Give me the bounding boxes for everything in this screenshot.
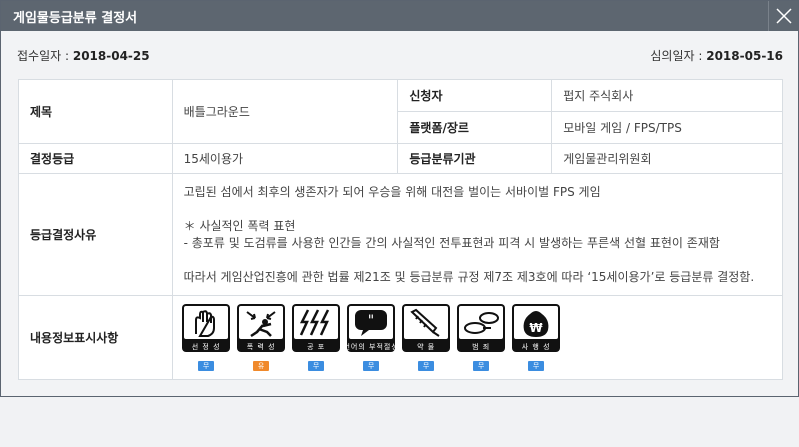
reason-label: 등급결정사유 <box>18 173 173 296</box>
descriptor-item: " 언어의 부적절성무 <box>343 304 399 371</box>
rating-decision-dialog: 게임물등급분류 결정서 접수일자 : 2018-04-25 심의일자 : 201… <box>0 0 799 397</box>
descriptor-item: 범 죄무 <box>454 304 509 371</box>
descriptor-item: ₩ 사 행 성무 <box>509 304 564 371</box>
sexuality-icon: 선 정 성 <box>182 304 231 352</box>
content-descriptor-label: 내용정보표시사항 <box>18 295 173 380</box>
close-icon <box>775 8 792 24</box>
descriptor-label: 사 행 성 <box>521 343 551 351</box>
language-icon: " 언어의 부적절성 <box>343 304 398 352</box>
descriptor-badge: 무 <box>528 361 545 371</box>
page-background <box>0 397 799 447</box>
descriptor-badge: 무 <box>198 361 215 371</box>
title-value: 배틀그라운드 <box>171 79 399 144</box>
gambling-icon: ₩ 사 행 성 <box>512 304 561 352</box>
descriptor-label: 약 물 <box>417 343 436 351</box>
dialog-titlebar: 게임물등급분류 결정서 <box>1 1 798 31</box>
reason-text: 고립된 섬에서 최후의 생존자가 되어 우승을 위해 대전을 벌이는 서바이벌 … <box>171 173 784 296</box>
received-date: 접수일자 : 2018-04-25 <box>17 49 150 63</box>
descriptor-badge: 무 <box>363 361 380 371</box>
grade-label: 결정등급 <box>18 143 173 174</box>
review-date: 심의일자 : 2018-05-16 <box>650 49 783 63</box>
descriptor-item: 약 물무 <box>399 304 454 371</box>
platform-label: 플랫폼/장르 <box>397 111 553 144</box>
descriptor-label: 폭 력 성 <box>246 343 276 351</box>
descriptor-item: 선 정 성무 <box>179 304 234 371</box>
date-row: 접수일자 : 2018-04-25 심의일자 : 2018-05-16 <box>1 31 798 71</box>
platform-value: 모바일 게임 / FPS/TPS <box>551 111 783 144</box>
svg-text:₩: ₩ <box>530 321 544 335</box>
descriptor-badge: 무 <box>308 361 325 371</box>
descriptor-label: 범 죄 <box>472 343 491 351</box>
fear-icon: 공 포 <box>292 304 341 352</box>
applicant-value: 펍지 주식회사 <box>551 79 783 112</box>
applicant-label: 신청자 <box>397 79 553 112</box>
descriptor-label: 공 포 <box>307 343 326 351</box>
descriptor-item: 폭 력 성유 <box>234 304 289 371</box>
agency-label: 등급분류기관 <box>397 143 553 174</box>
dialog-title: 게임물등급분류 결정서 <box>13 10 138 26</box>
descriptor-label: 언어의 부적절성 <box>343 343 399 351</box>
descriptor-label: 선 정 성 <box>191 343 221 351</box>
content-descriptors: 선 정 성무폭 력 성유공 포 무 " 언어의 부적절성 무 약 물무범 죄 무 ₩ 사 행 성… <box>171 295 784 380</box>
descriptor-badge: 무 <box>473 361 490 371</box>
grade-value: 15세이용가 <box>171 143 399 174</box>
descriptor-badge: 유 <box>253 361 270 371</box>
violence-icon: 폭 력 성 <box>237 304 286 352</box>
agency-value: 게임물관리위원회 <box>551 143 783 174</box>
rating-table: 제목 배틀그라운드 신청자 펍지 주식회사 플랫폼/장르 모바일 게임 / FP… <box>18 79 784 380</box>
close-button[interactable] <box>768 1 798 31</box>
descriptor-item: 공 포무 <box>289 304 344 371</box>
drug-icon: 약 물 <box>402 304 451 352</box>
descriptor-badge: 무 <box>418 361 435 371</box>
descriptor-icon-list: 선 정 성무폭 력 성유공 포 무 " 언어의 부적절성 무 약 물무범 죄 무 ₩ 사 행 성… <box>173 304 782 371</box>
svg-text:": " <box>368 313 374 329</box>
crime-icon: 범 죄 <box>457 304 506 352</box>
title-label: 제목 <box>18 79 173 144</box>
